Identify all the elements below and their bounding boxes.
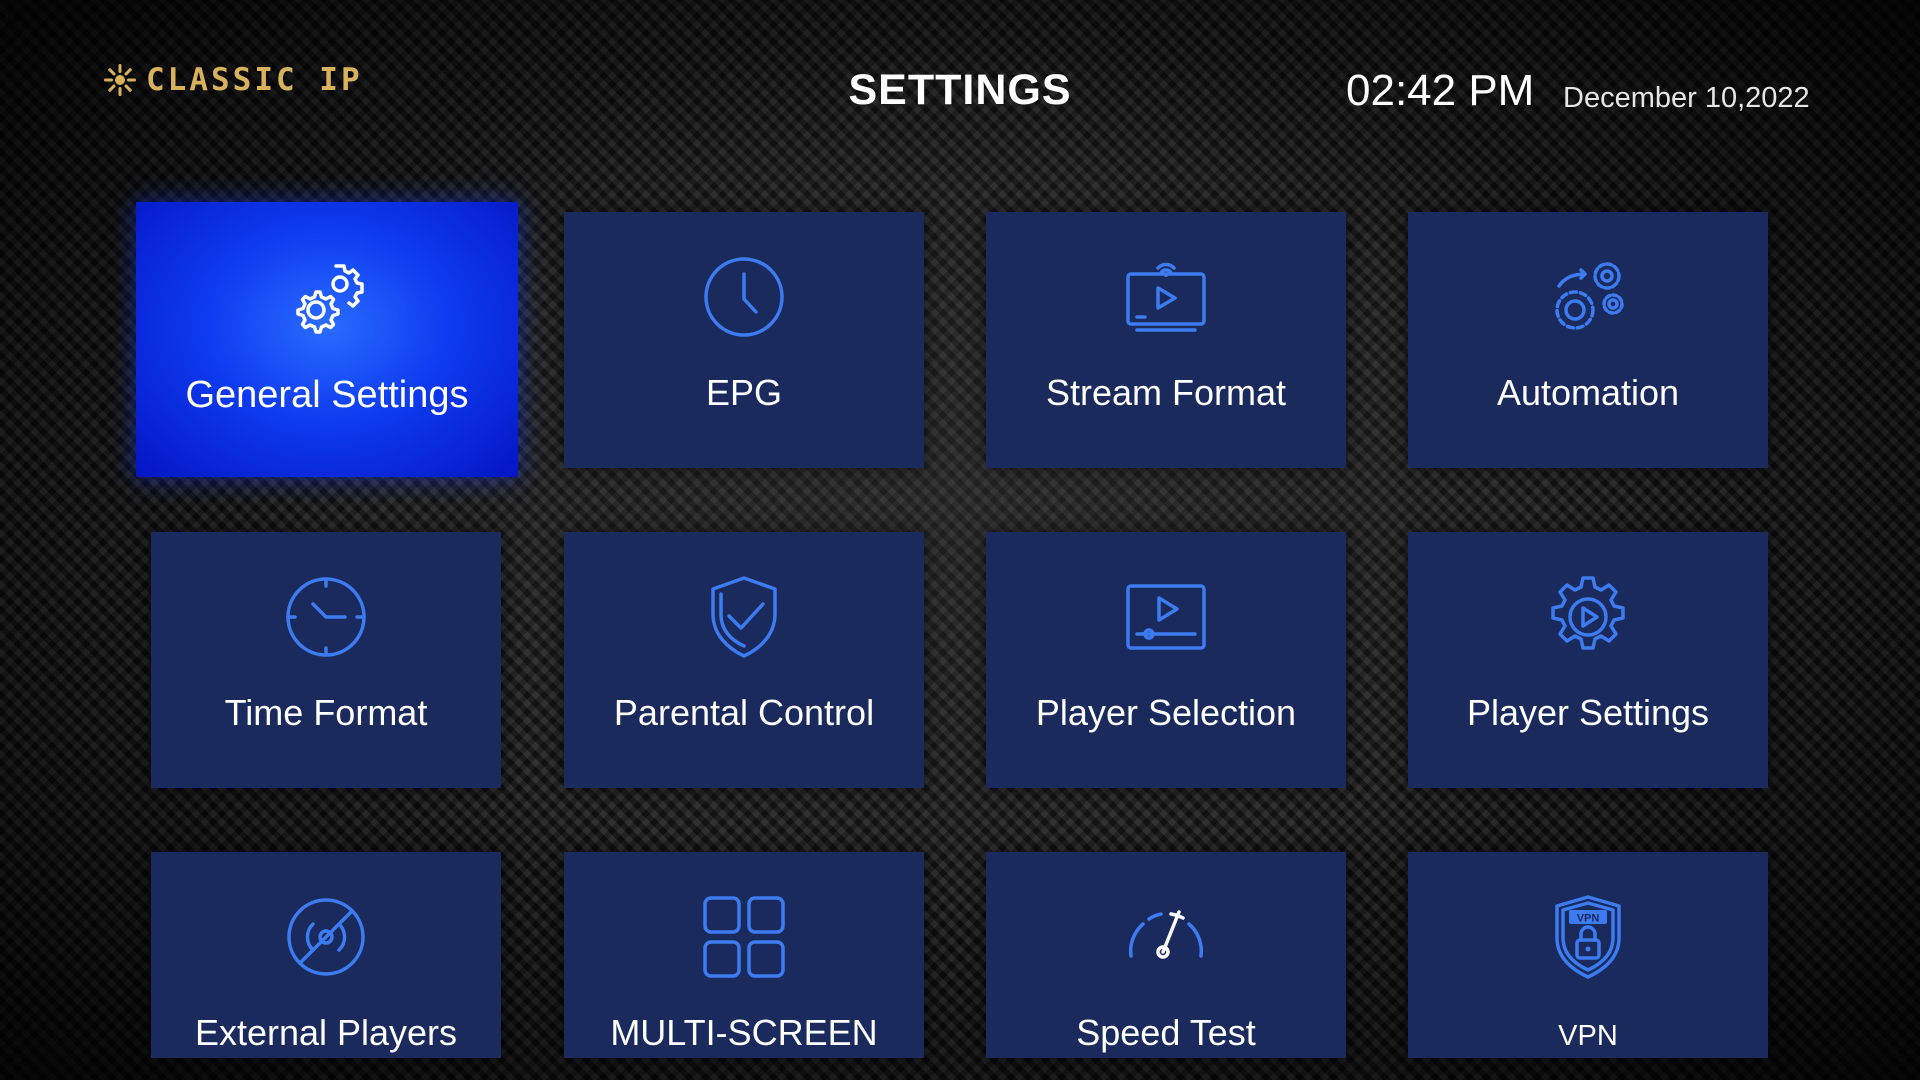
tile-automation[interactable]: Automation <box>1408 212 1768 468</box>
tile-player-selection[interactable]: Player Selection <box>986 532 1346 788</box>
tile-player-settings[interactable]: Player Settings <box>1408 532 1768 788</box>
tile-general-settings[interactable]: General Settings <box>136 202 518 477</box>
current-time: 02:42 PM <box>1346 66 1535 115</box>
tile-label: Stream Format <box>1045 372 1287 413</box>
tile-vpn[interactable]: VPN VPN <box>1408 852 1768 1058</box>
tile-time-format[interactable]: Time Format <box>151 532 501 788</box>
tile-external-players[interactable]: External Players <box>151 852 501 1058</box>
tile-label: Player Settings <box>1466 692 1710 733</box>
tile-label: VPN <box>1558 1020 1618 1052</box>
tile-parental-control[interactable]: Parental Control <box>564 532 924 788</box>
tile-label: Parental Control <box>613 692 875 733</box>
timer-icon <box>283 574 369 660</box>
tile-label: External Players <box>194 1012 458 1053</box>
video-player-icon <box>1123 574 1209 660</box>
streaming-monitor-icon <box>1123 254 1209 340</box>
speedometer-icon <box>1123 894 1209 980</box>
grid-icon <box>701 894 787 980</box>
tile-label: Automation <box>1496 372 1680 413</box>
tile-speed-test[interactable]: Speed Test <box>986 852 1346 1058</box>
play-gear-icon <box>1545 574 1631 660</box>
automation-gears-icon <box>1545 254 1631 340</box>
tile-label: Speed Test <box>1076 1012 1256 1053</box>
current-date: December 10,2022 <box>1563 82 1810 114</box>
blocked-broadcast-icon <box>283 894 369 980</box>
vpn-shield-icon: VPN <box>1545 894 1631 980</box>
tile-label: Player Selection <box>1035 692 1297 733</box>
tile-stream-format[interactable]: Stream Format <box>986 212 1346 468</box>
tile-epg[interactable]: EPG <box>564 212 924 468</box>
gears-icon <box>284 254 370 340</box>
clock-icon <box>701 254 787 340</box>
tile-label: EPG <box>705 372 783 413</box>
tile-label: Time Format <box>224 692 428 733</box>
svg-text:VPN: VPN <box>1577 913 1600 925</box>
tile-label: General Settings <box>185 374 469 416</box>
tile-label: MULTI-SCREEN <box>610 1012 878 1053</box>
tile-multi-screen[interactable]: MULTI-SCREEN <box>564 852 924 1058</box>
shield-check-icon <box>701 574 787 660</box>
